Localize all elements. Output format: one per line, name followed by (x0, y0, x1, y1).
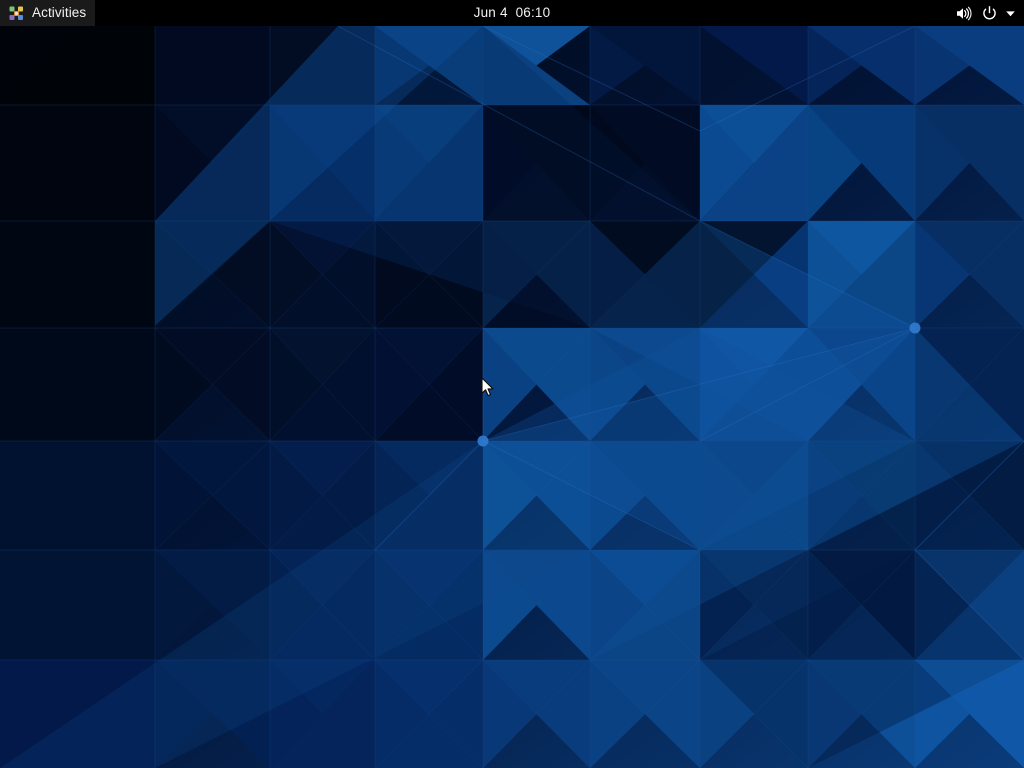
clock-button[interactable]: Jun 4 06:10 (464, 0, 561, 26)
vertex-dot-right (910, 323, 921, 334)
chevron-down-icon[interactable] (1002, 0, 1018, 26)
desktop-area[interactable] (0, 26, 1024, 768)
activities-label: Activities (32, 0, 86, 26)
activities-button[interactable]: Activities (0, 0, 95, 26)
desktop-screen: Activities Jun 4 06:10 (0, 0, 1024, 768)
top-bar: Activities Jun 4 06:10 (0, 0, 1024, 26)
gnome-logo-icon (8, 5, 25, 22)
wallpaper-image (0, 26, 1024, 768)
volume-high-icon[interactable] (950, 0, 976, 26)
system-status-menu[interactable] (950, 0, 1024, 26)
clock-area: Jun 4 06:10 (0, 0, 1024, 26)
vertex-dot-center (478, 436, 489, 447)
power-icon[interactable] (976, 0, 1002, 26)
